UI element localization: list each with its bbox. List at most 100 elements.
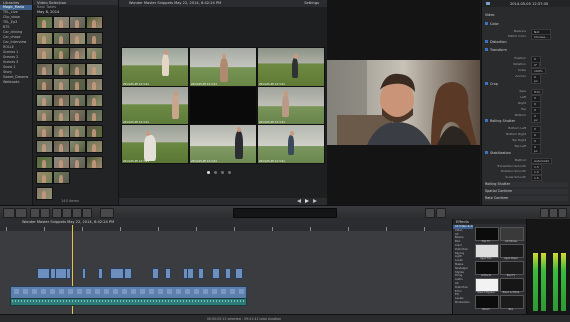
section-distortion-top[interactable]: Distortion [485, 40, 568, 45]
browser-clip-thumbnail[interactable] [36, 47, 53, 60]
browser-clip-thumbnail[interactable] [52, 171, 70, 184]
browser-clip-thumbnail[interactable] [36, 155, 53, 169]
browser-clip-thumbnail[interactable] [52, 93, 70, 107]
connected-clip[interactable] [152, 268, 159, 279]
connected-clip[interactable] [165, 268, 171, 279]
connected-clip[interactable] [198, 268, 204, 279]
checkbox-icon[interactable] [485, 48, 488, 51]
section-video[interactable]: Video [485, 13, 568, 18]
select-tool-button[interactable] [100, 208, 114, 218]
pager-dot-3[interactable] [221, 171, 224, 174]
angle-cell-3[interactable]: 2014-05-05 12:3:21 [257, 47, 325, 87]
browser-clip-thumbnail[interactable] [69, 47, 86, 60]
keyer-button[interactable] [425, 208, 435, 218]
browser-clip-thumbnail[interactable] [52, 124, 70, 138]
play-icon[interactable] [305, 199, 309, 203]
connected-clip[interactable] [212, 268, 220, 279]
insert-button[interactable] [62, 208, 72, 218]
browser-clip-thumbnail[interactable] [69, 31, 86, 45]
angle-cell-6[interactable]: 2014-05-05 12:3:21 [257, 85, 325, 126]
main-viewer[interactable] [327, 0, 480, 205]
timeline-ruler[interactable] [0, 225, 452, 231]
browser-clip-thumbnail[interactable] [85, 31, 103, 45]
browser-clip-thumbnail[interactable] [85, 62, 103, 76]
browser-clip-thumbnail[interactable] [36, 109, 53, 122]
angle-cell-7[interactable]: 2014-05-05 12:3:21 [121, 124, 189, 164]
section-distortion[interactable]: Rolling Shutter [485, 119, 568, 124]
connected-clip[interactable] [187, 268, 194, 279]
photos-browser-button[interactable] [549, 208, 558, 218]
browser-clip-thumbnail[interactable] [52, 155, 70, 169]
angle-cell-1[interactable]: 2014-05-05 12:3:21 [121, 47, 189, 87]
browser-clip-thumbnail[interactable] [69, 155, 86, 169]
browser-clip-thumbnail[interactable] [36, 31, 53, 45]
effects-category[interactable]: Modulation [453, 301, 473, 305]
angle-cell-9[interactable]: 2014-05-05 12:3:21 [257, 124, 325, 164]
browser-clip-thumbnail[interactable] [36, 171, 53, 184]
connected-clip[interactable] [124, 268, 132, 279]
browser-clip-thumbnail[interactable] [36, 186, 53, 200]
connected-clip[interactable] [235, 268, 243, 279]
section-rate[interactable]: Rate Conform [485, 196, 568, 201]
next-icon[interactable] [313, 199, 317, 203]
browser-clip-thumbnail[interactable] [69, 62, 86, 76]
browser-clip-thumbnail[interactable] [52, 140, 70, 153]
property-value[interactable]: 1.5 [531, 174, 542, 181]
browser-clip-thumbnail[interactable] [36, 93, 53, 107]
browser-clip-thumbnail[interactable] [85, 124, 103, 138]
effects-browser-button[interactable] [540, 208, 549, 218]
append-button[interactable] [72, 208, 82, 218]
library-event-item[interactable]: Webisode [0, 80, 32, 85]
browser-clip-thumbnail[interactable] [85, 155, 103, 169]
browser-clip-thumbnail[interactable] [69, 124, 86, 138]
angle-cell-5[interactable] [189, 85, 257, 126]
connected-clip[interactable] [37, 268, 50, 279]
overwrite-button[interactable] [82, 208, 92, 218]
checkbox-icon[interactable] [485, 22, 488, 25]
section-crop[interactable]: Crop [485, 82, 568, 87]
browser-clip-thumbnail[interactable] [52, 31, 70, 45]
browser-clip-thumbnail[interactable] [36, 62, 53, 76]
angle-cell-8[interactable]: 2014-05-05 12:3:21 [189, 124, 257, 164]
browser-clip-thumbnail[interactable] [85, 109, 103, 122]
section-rolling-shutter[interactable]: Rolling Shutter [485, 182, 568, 187]
angle-pager[interactable] [201, 170, 251, 175]
browser-clip-thumbnail[interactable] [69, 93, 86, 107]
enhance-button[interactable] [436, 208, 446, 218]
connected-clip[interactable] [98, 268, 103, 279]
browser-clip-thumbnail[interactable] [85, 78, 103, 91]
section-transform[interactable]: Transform [485, 48, 568, 53]
browser-clip-thumbnail[interactable] [36, 140, 53, 153]
browser-clip-thumbnail[interactable] [85, 16, 103, 29]
connect-button[interactable] [52, 208, 62, 218]
browser-clip-thumbnail[interactable] [52, 16, 70, 29]
connected-clip[interactable] [225, 268, 231, 279]
timecode-display[interactable] [233, 208, 337, 218]
browser-clip-thumbnail[interactable] [85, 47, 103, 60]
titles-browser-button[interactable] [558, 208, 567, 218]
import-button[interactable] [15, 208, 27, 218]
browser-clip-thumbnail[interactable] [52, 62, 70, 76]
connected-clip[interactable] [82, 268, 86, 279]
previous-icon[interactable] [297, 199, 301, 203]
pager-dot-4[interactable] [228, 171, 231, 174]
browser-clip-thumbnail[interactable] [36, 124, 53, 138]
browser-clip-thumbnail[interactable] [85, 140, 103, 153]
keyword-button[interactable] [30, 208, 40, 218]
checkbox-icon[interactable] [485, 151, 488, 154]
browser-clip-thumbnail[interactable] [85, 93, 103, 107]
browser-clip-thumbnail[interactable] [52, 78, 70, 91]
checkbox-icon[interactable] [485, 82, 488, 85]
pager-dot-1[interactable] [207, 171, 210, 174]
connected-clip[interactable] [110, 268, 124, 279]
browser-clip-thumbnail[interactable] [52, 109, 70, 122]
analyze-button[interactable] [40, 208, 50, 218]
browser-clip-thumbnail[interactable] [69, 140, 86, 153]
video-tab-icon[interactable] [486, 2, 490, 5]
browser-clip-thumbnail[interactable] [52, 47, 70, 60]
connected-clip[interactable] [66, 268, 71, 279]
pager-dot-2[interactable] [214, 171, 217, 174]
browser-clip-thumbnail[interactable] [69, 16, 86, 29]
angle-cell-2[interactable]: 2014-05-05 12:3:21 [189, 47, 257, 87]
browser-clip-thumbnail[interactable] [36, 78, 53, 91]
